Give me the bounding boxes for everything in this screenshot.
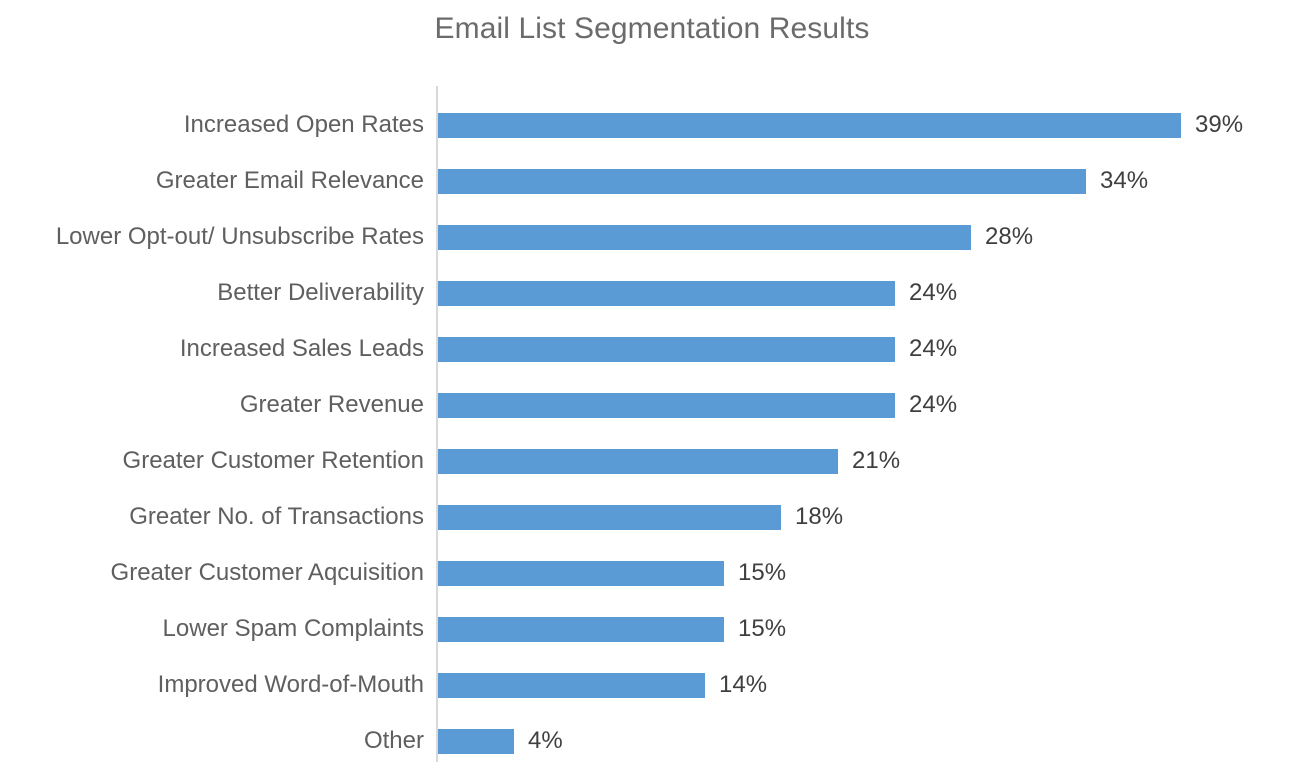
bar-value-label: 28% — [985, 223, 1034, 250]
bar-row: Increased Open Rates 39% — [0, 97, 1304, 153]
bar-row: Increased Sales Leads 24% — [0, 321, 1304, 377]
bar[interactable] — [438, 449, 838, 474]
bar-row: Greater Revenue 24% — [0, 377, 1304, 433]
bar-row: Lower Opt-out/ Unsubscribe Rates 28% — [0, 209, 1304, 265]
bar[interactable] — [438, 561, 724, 586]
bar-value-label: 21% — [852, 447, 901, 474]
bar[interactable] — [438, 113, 1181, 138]
bar-value-label: 34% — [1100, 167, 1149, 194]
category-label: Greater Customer Aqcuisition — [110, 559, 424, 586]
category-label: Increased Sales Leads — [179, 335, 424, 362]
bar-value-label: 24% — [909, 279, 958, 306]
bar[interactable] — [438, 729, 514, 754]
bar[interactable] — [438, 169, 1086, 194]
chart-container: Email List Segmentation Results Increase… — [0, 0, 1304, 766]
category-label: Lower Spam Complaints — [162, 615, 424, 642]
bar-row: Greater Customer Retention 21% — [0, 433, 1304, 489]
bar-value-label: 18% — [795, 503, 844, 530]
bar-row: Greater Email Relevance 34% — [0, 153, 1304, 209]
bar[interactable] — [438, 617, 724, 642]
bar[interactable] — [438, 337, 895, 362]
bar-value-label: 24% — [909, 335, 958, 362]
bar[interactable] — [438, 673, 705, 698]
bar[interactable] — [438, 393, 895, 418]
plot-area: Increased Open Rates 39% Greater Email Rel… — [0, 86, 1304, 762]
bar-value-label: 15% — [738, 615, 787, 642]
bar-value-label: 4% — [528, 727, 563, 754]
category-label: Other — [363, 727, 424, 754]
category-label: Increased Open Rates — [183, 111, 424, 138]
chart-title: Email List Segmentation Results — [434, 12, 870, 45]
category-label: Lower Opt-out/ Unsubscribe Rates — [55, 223, 424, 250]
bar-row: Greater Customer Aqcuisition 15% — [0, 545, 1304, 601]
bar-row: Greater No. of Transactions 18% — [0, 489, 1304, 545]
bar[interactable] — [438, 225, 971, 250]
bar-value-label: 14% — [719, 671, 768, 698]
bar[interactable] — [438, 281, 895, 306]
category-label: Greater Revenue — [239, 391, 424, 418]
bar-row: Better Deliverability 24% — [0, 265, 1304, 321]
category-label: Greater No. of Transactions — [129, 503, 424, 530]
bar-row: Lower Spam Complaints 15% — [0, 601, 1304, 657]
bar[interactable] — [438, 505, 781, 530]
category-label: Greater Email Relevance — [155, 167, 424, 194]
category-label: Better Deliverability — [217, 279, 424, 306]
bar-row: Other 4% — [0, 713, 1304, 769]
bar-row: Improved Word-of-Mouth 14% — [0, 657, 1304, 713]
bar-value-label: 24% — [909, 391, 958, 418]
category-label: Improved Word-of-Mouth — [157, 671, 424, 698]
bar-value-label: 39% — [1195, 111, 1244, 138]
bar-value-label: 15% — [738, 559, 787, 586]
category-label: Greater Customer Retention — [122, 447, 424, 474]
